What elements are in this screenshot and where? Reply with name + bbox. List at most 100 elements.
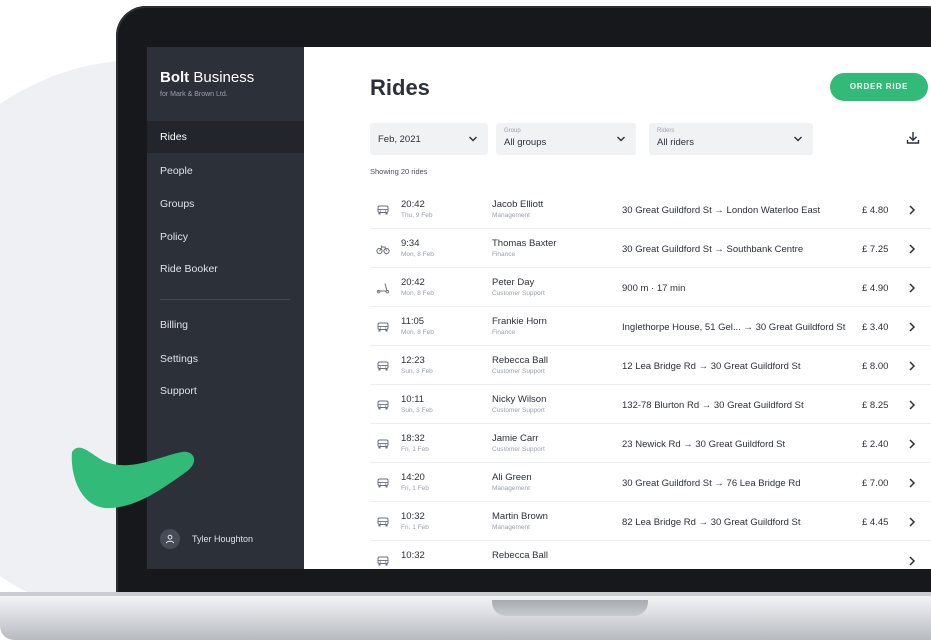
table-row[interactable]: 20:42 Thu, 9 Feb Jacob Elliott Management 30… [370,190,931,229]
car-icon [376,476,390,488]
chevron-right-icon[interactable] [908,243,916,255]
rider-name: Ali Green [492,472,532,483]
table-row[interactable]: 18:32 Fri, 1 Feb Jamie Carr Customer Suppor… [370,424,931,463]
download-icon[interactable] [904,129,922,147]
sidebar-item-people[interactable]: People [147,155,304,187]
laptop-base [0,596,931,640]
user-icon [160,529,180,549]
table-row[interactable]: 10:32 Fri, 1 Feb Martin Brown Management 82 … [370,502,931,541]
rider-name: Thomas Baxter [492,238,557,249]
table-row[interactable]: 14:20 Fri, 1 Feb Ali Green Management 30 Gre… [370,463,931,502]
ride-price: £ 4.45 [862,517,889,528]
sidebar-item-policy[interactable]: Policy [147,221,304,253]
rider-name: Nicky Wilson [492,394,547,405]
rider-name: Peter Day [492,277,535,288]
sidebar-divider [160,299,290,300]
rider-team: Finance [492,329,516,336]
rides-count: Showing 20 rides [370,167,428,176]
ride-date: Sun, 3 Feb [401,407,433,414]
rider-name: Frankie Horn [492,316,547,327]
period-select[interactable]: Feb, 2021 [370,123,488,155]
ride-time: 12:23 [401,355,425,366]
table-row[interactable]: 20:42 Mon, 8 Feb Peter Day Customer Support… [370,268,931,307]
rider-name: Rebecca Ball [492,550,548,561]
ride-route: 30 Great Guildford St → London Waterloo … [622,205,821,216]
sidebar-item-ride-booker[interactable]: Ride Booker [147,253,304,285]
rider-name: Jacob Elliott [492,199,544,210]
chevron-down-icon [469,136,477,142]
ride-time: 18:32 [401,433,425,444]
ride-price: £ 4.80 [862,205,889,216]
brand-logo[interactable]: Bolt Business [160,69,254,86]
rider-team: Finance [492,251,516,258]
car-icon [376,515,390,527]
chevron-right-icon[interactable] [908,321,916,333]
sidebar-item-support[interactable]: Support [147,375,304,407]
ride-route: 132-78 Blurton Rd → 30 Great Guildford S… [622,400,804,411]
chevron-right-icon[interactable] [908,438,916,450]
ride-date: Thu, 9 Feb [401,212,433,219]
riders-select[interactable]: Riders All riders [649,123,813,155]
main-content: Rides ORDER RIDE Feb, 2021 Group All gro… [304,47,931,569]
leaf-decoration [71,447,195,508]
ride-route: 23 Newick Rd → 30 Great Guildford St [622,439,786,450]
ride-price: £ 2.40 [862,439,889,450]
ride-route: 82 Lea Bridge Rd → 30 Great Guildford St [622,517,801,528]
chevron-right-icon[interactable] [908,399,916,411]
table-row[interactable]: 9:34 Mon, 8 Feb Thomas Baxter Finance 30 Gre… [370,229,931,268]
chevron-right-icon[interactable] [908,360,916,372]
chevron-right-icon[interactable] [908,555,916,567]
riders-select-value: All riders [657,137,694,148]
ride-date: Mon, 8 Feb [401,290,434,297]
rider-team: Customer Support [492,446,545,453]
sidebar-item-billing[interactable]: Billing [147,309,304,341]
ride-route: Inglethorpe House, 51 Gel... → 30 Great … [622,322,846,333]
table-row[interactable]: 12:23 Sun, 3 Feb Rebecca Ball Customer Supp… [370,346,931,385]
user-profile[interactable]: Tyler Houghton [160,527,253,551]
rides-list: 20:42 Thu, 9 Feb Jacob Elliott Management 30… [370,190,931,569]
rider-team: Management [492,212,530,219]
rider-name: Jamie Carr [492,433,539,444]
ride-time: 10:32 [401,511,425,522]
car-icon [376,437,390,449]
group-select[interactable]: Group All groups [496,123,636,155]
rider-team: Management [492,524,530,531]
ride-route: 900 m · 17 min [622,283,686,294]
brand-name: Business [193,69,255,86]
car-icon [376,203,390,215]
car-icon [376,320,390,332]
chevron-right-icon[interactable] [908,282,916,294]
app-screen: Bolt Business for Mark & Brown Ltd. Ride… [147,47,931,569]
user-name: Tyler Houghton [192,534,254,544]
stage: Bolt Business for Mark & Brown Ltd. Ride… [0,0,931,640]
ride-route: 30 Great Guildford St → 76 Lea Bridge Rd [622,478,801,489]
sidebar-item-rides[interactable]: Rides [147,121,304,153]
riders-select-label: Riders [657,128,675,134]
chevron-down-icon [617,136,625,142]
scooter-icon [376,281,390,294]
table-row[interactable]: 10:32 Rebecca Ball [370,541,931,569]
ride-date: Fri, 1 Feb [401,485,429,492]
bike-icon [376,242,390,255]
order-ride-button[interactable]: ORDER RIDE [830,73,928,101]
ride-time: 20:42 [401,277,425,288]
ride-time: 11:05 [401,316,425,327]
ride-date: Mon, 8 Feb [401,251,434,258]
ride-date: Fri, 1 Feb [401,446,429,453]
period-select-value: Feb, 2021 [378,134,421,145]
sidebar-item-groups[interactable]: Groups [147,188,304,220]
ride-route: 12 Lea Bridge Rd → 30 Great Guildford St [622,361,801,372]
chevron-right-icon[interactable] [908,516,916,528]
page-title: Rides [370,75,430,100]
table-row[interactable]: 10:11 Sun, 3 Feb Nicky Wilson Customer Supp… [370,385,931,424]
chevron-right-icon[interactable] [908,204,916,216]
rider-team: Customer Support [492,407,545,414]
ride-price: £ 3.40 [862,322,889,333]
sidebar-item-settings[interactable]: Settings [147,343,304,375]
rider-team: Customer Support [492,368,545,375]
chevron-right-icon[interactable] [908,477,916,489]
table-row[interactable]: 11:05 Mon, 8 Feb Frankie Horn Finance Inglet… [370,307,931,346]
brand-logo-mark: Bolt [160,69,190,86]
ride-date: Fri, 1 Feb [401,524,429,531]
car-icon [376,554,390,566]
